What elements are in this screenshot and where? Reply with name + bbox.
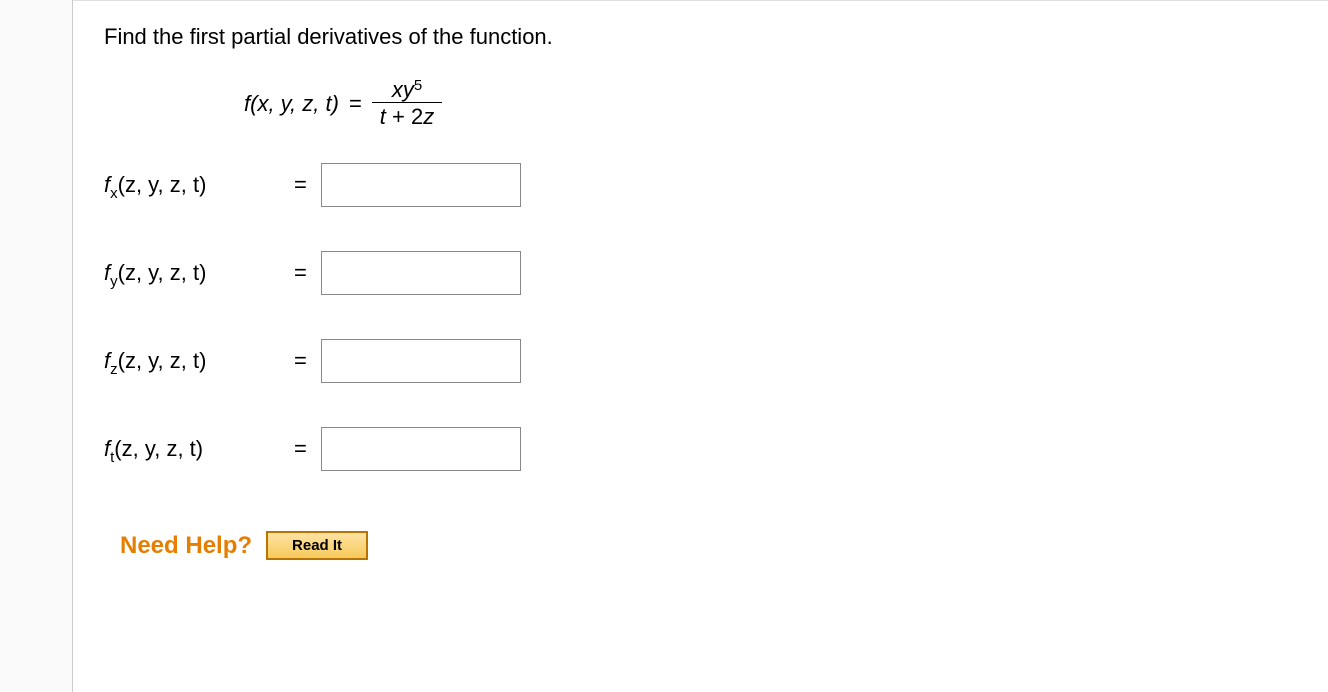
lhs-fy: fy(z, y, z, t) [104,260,294,286]
fraction: xy5 t + 2z [372,78,442,129]
lhs-args-z: (z, y, z, t) [118,348,207,373]
lhs-ft: ft(z, y, z, t) [104,436,294,462]
lhs-args-x: (z, y, z, t) [118,172,207,197]
answer-rows: fx(z, y, z, t) = fy(z, y, z, t) = fz(z, … [104,163,1308,471]
function-definition: f(x, y, z, t) = xy5 t + 2z [244,78,1308,129]
need-help-label: Need Help? [120,532,252,560]
denom-z: z [423,104,434,129]
help-row: Need Help? Read It [120,531,1308,560]
equals-sign: = [349,91,362,117]
row-fz: fz(z, y, z, t) = [104,339,1308,383]
answer-input-fy[interactable] [321,251,521,295]
left-gutter [0,0,73,692]
lhs-args-y: (z, y, z, t) [118,260,207,285]
row-fy: fy(z, y, z, t) = [104,251,1308,295]
lhs-sub-x: x [110,185,118,202]
answer-input-ft[interactable] [321,427,521,471]
denom-plus: + 2 [386,104,423,129]
lhs-args-t: (z, y, z, t) [114,436,203,461]
lhs-sub-z: z [110,361,118,378]
numerator-exponent: 5 [414,78,422,95]
equals-fz: = [294,348,307,374]
function-lhs-args: (x, y, z, t) [250,91,339,117]
numerator-base: xy [392,78,414,102]
question-page: Find the first partial derivatives of th… [0,0,1328,692]
fraction-denominator: t + 2z [372,102,442,129]
equals-fy: = [294,260,307,286]
row-fx: fx(z, y, z, t) = [104,163,1308,207]
lhs-fx: fx(z, y, z, t) [104,172,294,198]
read-it-button[interactable]: Read It [266,531,368,560]
fraction-numerator: xy5 [392,78,422,102]
answer-input-fz[interactable] [321,339,521,383]
row-ft: ft(z, y, z, t) = [104,427,1308,471]
lhs-fz: fz(z, y, z, t) [104,348,294,374]
equals-fx: = [294,172,307,198]
question-content: Find the first partial derivatives of th… [104,24,1308,560]
lhs-sub-t: t [110,449,114,466]
lhs-sub-y: y [110,273,118,290]
equals-ft: = [294,436,307,462]
answer-input-fx[interactable] [321,163,521,207]
question-prompt: Find the first partial derivatives of th… [104,24,1308,50]
top-divider [0,0,1328,1]
